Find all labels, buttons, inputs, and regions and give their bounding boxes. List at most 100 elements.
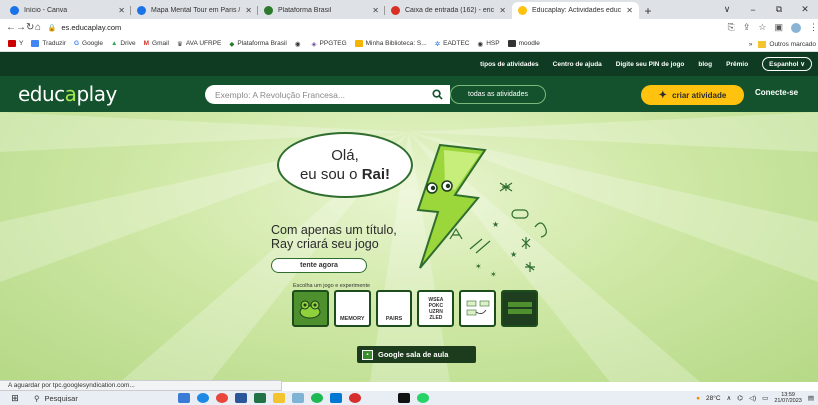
tray-overflow-icon[interactable]: ∧ [727,394,732,402]
ava-icon: ♛ [177,40,183,48]
close-window-icon[interactable]: ✕ [792,4,818,15]
create-activity-label: criar atividade [672,90,727,100]
sidebar-icon[interactable]: ▣ [774,22,783,33]
bookmark-google[interactable]: G Google [74,40,103,47]
notifications-icon[interactable]: ▤ [808,394,814,402]
close-tab-icon[interactable]: ✕ [372,6,379,15]
game-frog[interactable] [292,290,329,327]
bookmark-ppgteg[interactable]: ◈ PPGTEG [312,40,347,48]
tab-label: Educaplay: Actividades educ [532,7,622,14]
network-icon[interactable]: ⌬ [737,394,743,402]
bookmark-drive[interactable]: ▲ Drive [111,40,136,47]
close-tab-icon[interactable]: ✕ [245,6,252,15]
tab-gmail[interactable]: Caixa de entrada (162) - eric ✕ [385,2,512,19]
bookmark-eadtec[interactable]: ✲ EADTEC [435,40,470,48]
bookmark-youtube[interactable]: Y [8,40,23,47]
edge-icon[interactable] [197,393,209,403]
bookmark-ava-ufrpe[interactable]: ♛ AVA UFRPE [177,40,221,48]
bookmark-moodle[interactable]: moodle [507,40,540,47]
close-tab-icon[interactable]: ✕ [626,6,633,15]
excel-icon[interactable] [254,393,266,403]
game-matching[interactable] [459,290,497,327]
forward-icon[interactable]: → [16,22,26,33]
paint-icon[interactable] [292,393,304,403]
plataforma-icon: ◆ [229,40,235,48]
chrome-icon[interactable] [216,393,228,403]
nav-prize[interactable]: Prêmio [726,61,748,68]
bookmark-plataforma-brasil[interactable]: ◆ Plataforma Brasil [229,40,287,48]
weather-icon[interactable]: ● [696,395,700,402]
connect-button[interactable]: Conecte-se [755,88,798,97]
clock[interactable]: 13:59 21/07/2023 [774,392,802,404]
other-bookmarks[interactable]: Outros marcado [769,41,816,48]
more-bookmarks-icon[interactable]: » [749,41,753,48]
profile-avatar[interactable] [791,22,801,33]
word-icon[interactable] [235,393,247,403]
menu-icon[interactable]: ⋮ [809,22,818,33]
volume-icon[interactable]: ◁) [749,394,756,402]
home-icon[interactable]: ⌂ [34,22,41,33]
google-classroom-button[interactable]: ▪ Google sala de aula [357,346,476,363]
language-selector[interactable]: Espanhol ∨ [762,57,812,71]
bookmark-traduzir[interactable]: Traduzir [31,40,66,47]
bookmark-label: AVA UFRPE [185,40,222,47]
minimize-icon[interactable]: − [740,5,766,15]
bookmark-label: PPGTEG [319,40,347,47]
tab-canva[interactable]: Início - Canva ✕ [4,2,131,19]
game-pairs[interactable]: PAIRS [375,290,413,327]
file-explorer-icon[interactable] [273,393,285,403]
tab-plataforma-brasil[interactable]: Plataforma Brasil ✕ [258,2,385,19]
restore-icon[interactable]: ⧉ [766,4,792,15]
opera-icon[interactable] [349,393,361,403]
google-classroom-label: Google sala de aula [378,350,449,359]
try-now-button[interactable]: tente agora [271,258,367,273]
widgets-icon[interactable] [178,393,190,403]
windows-start-icon[interactable]: ⊞ [8,393,22,404]
taskbar-search[interactable]: ⚲ Pesquisar [34,394,164,403]
nav-help-center[interactable]: Centro de ajuda [553,61,602,68]
bookmark-globe[interactable]: ◉ [295,40,304,48]
educaplay-logo[interactable]: educaplay [18,82,117,106]
matching-icon [466,300,490,315]
bookmark-gmail[interactable]: M Gmail [144,40,169,47]
gmail-icon: M [143,40,150,47]
bookmark-star-icon[interactable]: ☆ [758,22,766,33]
nav-blog[interactable]: blog [698,61,712,68]
tab-mapa-mental[interactable]: Mapa Mental Tour em Paris / ✕ [131,2,258,19]
whatsapp-icon[interactable] [417,393,429,403]
url-field[interactable]: 🔒 es.educaplay.com [48,21,728,34]
greeting-line2: eu sou o Rai! [300,165,390,184]
tab-educaplay[interactable]: Educaplay: Actividades educ ✕ [512,2,639,19]
tab-label: Início - Canva [24,7,68,14]
translate-icon[interactable]: ⎘ [728,22,735,33]
tab-search-icon[interactable]: ∨ [714,4,740,15]
close-tab-icon[interactable]: ✕ [499,6,506,15]
game-quiz[interactable] [501,290,538,327]
globe-icon: ◉ [294,40,301,48]
puzzle-icon: ✦ [658,89,668,101]
photos-icon[interactable] [330,393,342,403]
nav-game-pin[interactable]: Digite seu PIN de jogo [616,61,685,68]
reload-icon[interactable]: ↻ [26,22,34,33]
game-word-search-letters: WSEA POKC UZRN ZLED [428,296,444,321]
nav-activity-types[interactable]: tipos de atividades [480,61,539,68]
share-icon[interactable]: ⇪ [743,22,751,33]
all-activities-button[interactable]: todas as atividades [450,85,546,104]
bookmark-biblioteca[interactable]: Minha Biblioteca: S... [354,40,427,47]
search-icon[interactable] [425,85,449,104]
greeting-name: Rai! [361,166,391,183]
bookmark-hsp[interactable]: ◉ HSP [478,40,500,48]
search-input[interactable]: Exemplo: A Revolução Francesa... [205,85,450,104]
netflix-icon[interactable] [398,393,410,403]
spotify-icon[interactable] [311,393,323,403]
tab-label: Caixa de entrada (162) - eric [405,7,495,14]
game-memory-label: MEMORY [339,316,365,322]
create-activity-button[interactable]: ✦ criar atividade [641,85,744,105]
new-tab-button[interactable]: + [639,2,657,19]
close-tab-icon[interactable]: ✕ [118,6,125,15]
game-word-search[interactable]: WSEA POKC UZRN ZLED [417,290,455,327]
back-icon[interactable]: ← [6,22,16,33]
game-memory[interactable]: MEMORY [333,290,371,327]
battery-icon[interactable]: ▭ [762,394,768,402]
choose-game-label: Escolha um jogo e experimente [293,283,371,289]
